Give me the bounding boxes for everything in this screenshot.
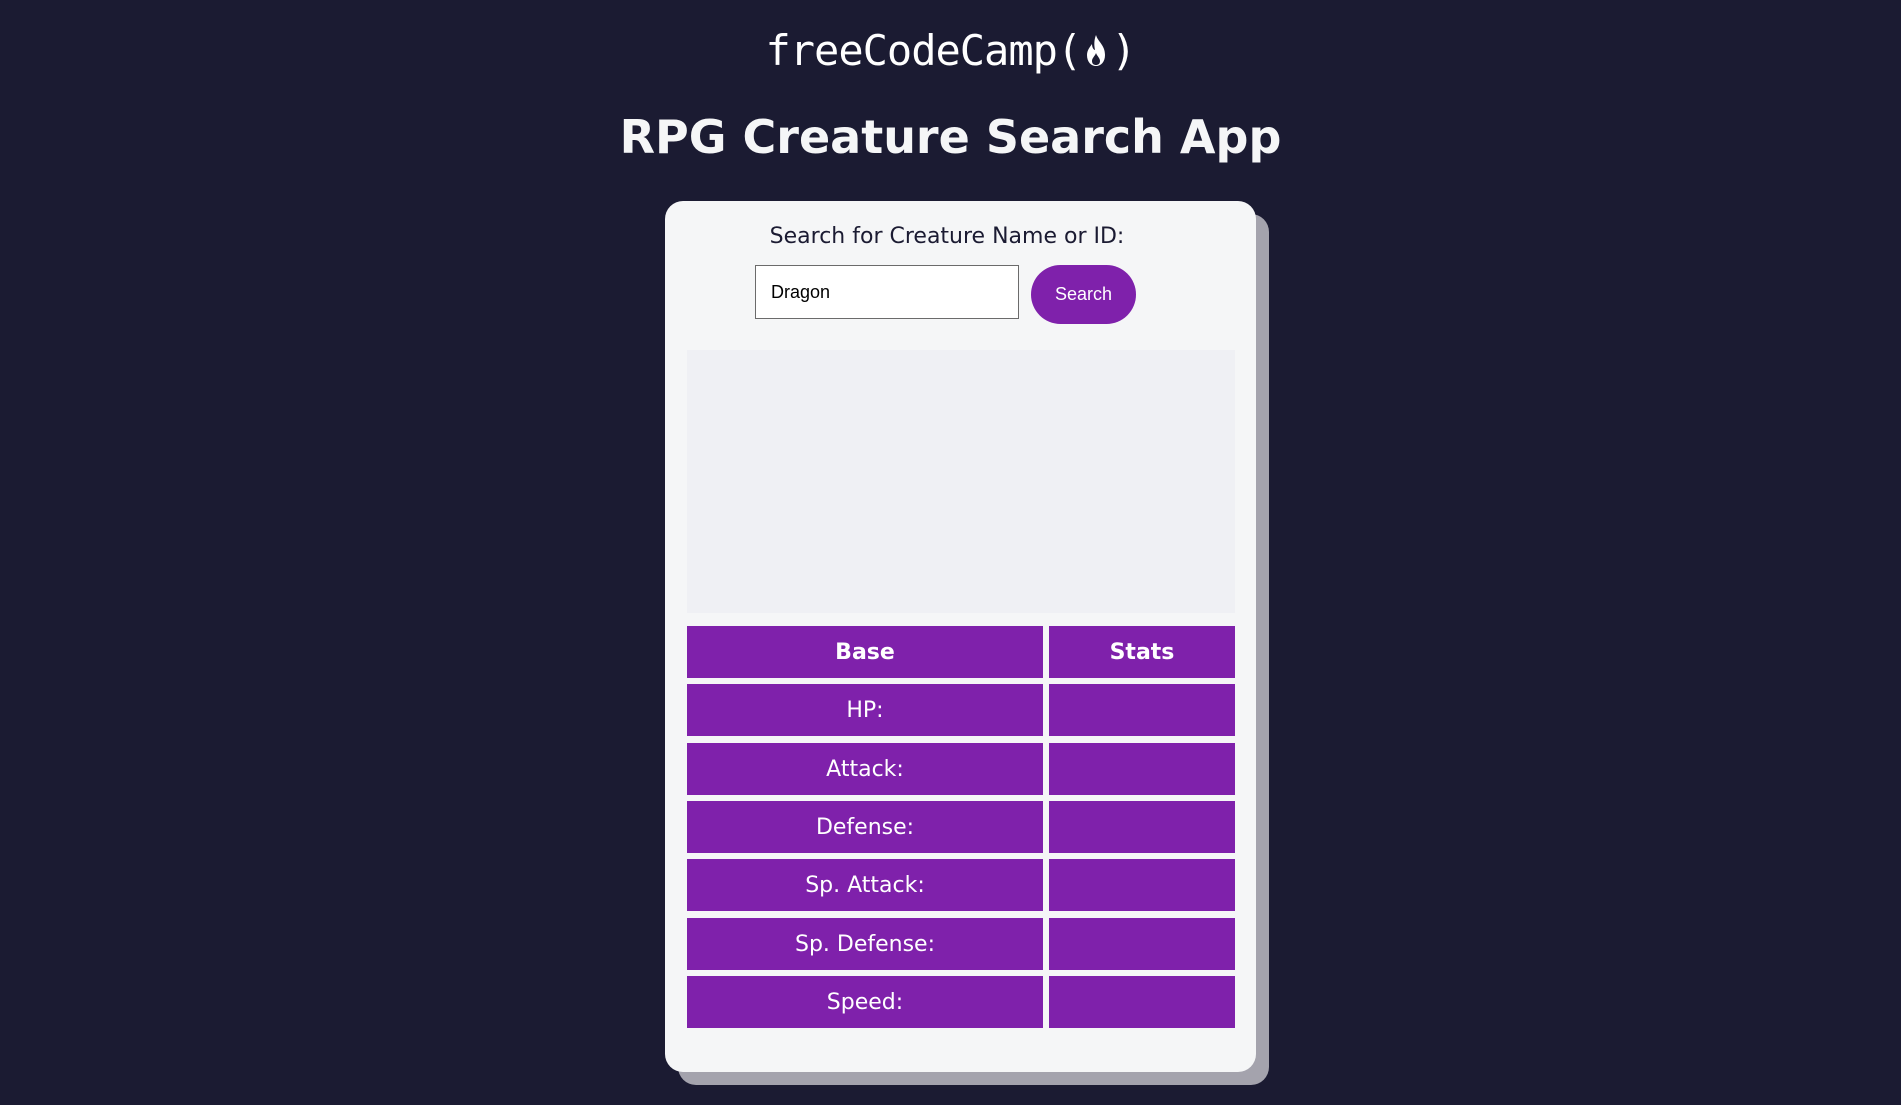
row-label-sp-defense: Sp. Defense:: [687, 918, 1043, 970]
search-input[interactable]: [755, 265, 1019, 319]
row-label-sp-attack: Sp. Attack:: [687, 859, 1043, 911]
row-value-attack: [1049, 743, 1235, 795]
search-label: Search for Creature Name or ID:: [769, 224, 1125, 249]
header-base: Base: [687, 626, 1043, 678]
row-label-speed: Speed:: [687, 976, 1043, 1028]
logo-text: freeCodeCamp(: [765, 26, 1082, 75]
page-title: RPG Creature Search App: [619, 110, 1282, 164]
row-value-sp-defense: [1049, 918, 1235, 970]
freecodecamp-logo: freeCodeCamp( ): [0, 26, 1901, 76]
row-label-defense: Defense:: [687, 801, 1043, 853]
search-button[interactable]: Search: [1031, 265, 1136, 324]
row-value-sp-attack: [1049, 859, 1235, 911]
flame-icon: [1087, 35, 1106, 66]
creature-display-area: [687, 350, 1235, 613]
row-value-hp: [1049, 684, 1235, 736]
row-value-speed: [1049, 976, 1235, 1028]
header-stats: Stats: [1049, 626, 1235, 678]
logo-close-paren: ): [1111, 26, 1136, 75]
row-label-attack: Attack:: [687, 743, 1043, 795]
row-value-defense: [1049, 801, 1235, 853]
row-label-hp: HP:: [687, 684, 1043, 736]
